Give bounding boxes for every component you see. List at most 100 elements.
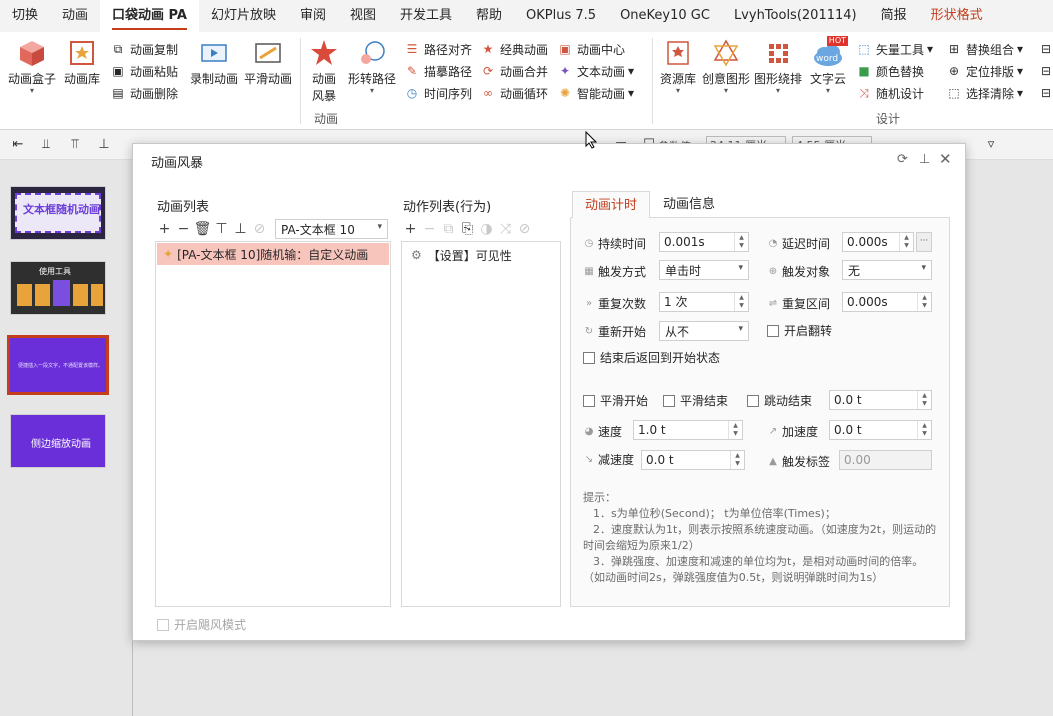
trash-icon[interactable]: 🗑 [193,221,212,237]
bounce-end-checkbox[interactable]: 跳动结束 [747,392,812,409]
tab-slideshow[interactable]: 幻灯片放映 [199,0,288,32]
anim-copy-button[interactable]: ⧉ 动画复制 [110,38,178,60]
link-icon[interactable]: ⊘ [250,221,269,237]
overflow-icon-1[interactable]: ⊟ [1038,38,1053,60]
text-anim-button[interactable]: ✦ 文本动画 ▾ [557,60,634,82]
spinner-icon[interactable]: ▲ ▼ [917,421,931,439]
copy-icon[interactable]: ⧉ [439,221,458,237]
shuffle-icon[interactable]: ⤨ [496,221,515,237]
tab-review[interactable]: 审阅 [288,0,338,32]
tab-view[interactable]: 视图 [338,0,388,32]
tab-okplus[interactable]: OKPlus 7.5 [514,0,608,32]
spinner-icon[interactable]: ▲ ▼ [734,233,748,251]
creative-shape-button[interactable]: 创意图形 ▾ [702,38,750,95]
record-anim-button[interactable]: 录制动画 [190,38,238,87]
slide-thumb-1[interactable]: 文本框随机动画 [10,186,106,240]
restart-select[interactable]: 从不 ▾ [659,321,749,341]
link-icon[interactable]: ⊘ [515,221,534,237]
overflow-icon-3[interactable]: ⊟ [1038,82,1053,104]
anim-box-button[interactable]: 动画盒子 ▾ [8,38,56,95]
flip-checkbox[interactable]: 开启翻转 [767,322,832,339]
spinner-icon[interactable]: ▲ ▼ [917,391,931,409]
anim-target-combo[interactable]: PA-文本框 10 ▾ [275,219,388,239]
select-clear-button[interactable]: ⬚ 选择清除 ▾ [946,82,1023,104]
spinner-icon[interactable]: ▲ ▼ [730,451,744,469]
spinner-icon[interactable]: ▲ ▼ [917,293,931,311]
delay-input[interactable]: 0.000s ▲ ▼ [842,232,914,252]
action-list-item[interactable]: ⚙ 【设置】可见性 [403,243,559,267]
spinner-icon[interactable]: ▲ ▼ [728,421,742,439]
storm-mode-checkbox[interactable]: 开启飓风模式 [157,616,246,633]
anim-merge-button[interactable]: ⟳ 动画合并 [480,60,548,82]
spinner-icon[interactable]: ▲ ▼ [899,233,913,251]
classic-anim-button[interactable]: ★ 经典动画 [480,38,548,60]
position-layout-button[interactable]: ⊕ 定位排版 ▾ [946,60,1023,82]
more-icon[interactable]: ··· [916,232,932,252]
smooth-anim-button[interactable]: 平滑动画 [244,38,292,87]
align-top-icon[interactable]: ⫪ [66,137,84,153]
decel-input[interactable]: 0.0 t ▲ ▼ [641,450,745,470]
slide-thumb-2[interactable]: 使用工具 [10,261,106,315]
action-list[interactable]: ⚙ 【设置】可见性 [401,241,561,607]
trigger-select[interactable]: 单击时 ▾ [659,260,749,280]
shape-path-button[interactable]: 形转路径 ▾ [348,38,396,95]
vector-tool-button[interactable]: ⬚ 矢量工具 ▾ [856,38,933,60]
repeat-input[interactable]: 1 次 ▲ ▼ [659,292,749,312]
minus-icon[interactable]: − [420,221,439,237]
add-icon[interactable]: + [155,221,174,237]
shape-wrap-button[interactable]: 图形绕排 ▾ [754,38,802,95]
paste-icon[interactable]: ⎘ [458,221,477,237]
anim-lib-button[interactable]: 动画库 [64,38,100,87]
anim-storm-button[interactable]: 动画 风暴 [308,38,340,104]
align-left-icon[interactable]: ⇤ [9,137,27,153]
spinner-icon[interactable]: ▲ ▼ [734,293,748,311]
smooth-start-checkbox[interactable]: 平滑开始 [583,392,648,409]
bounce-input[interactable]: 0.0 t ▲ ▼ [829,390,932,410]
resource-lib-button[interactable]: 资源库 ▾ [660,38,696,95]
path-align-button[interactable]: ☰ 路径对齐 [404,38,472,60]
trigger-object-select[interactable]: 无 ▾ [842,260,932,280]
return-start-checkbox[interactable]: 结束后返回到开始状态 [583,349,720,366]
anim-delete-button[interactable]: ▤ 动画删除 [110,82,178,104]
move-up-icon[interactable]: ⊤ [212,221,231,237]
accel-input[interactable]: 0.0 t ▲ ▼ [829,420,932,440]
word-cloud-button[interactable]: HOT word 文字云 ▾ [810,36,848,95]
anim-loop-button[interactable]: ∞ 动画循环 [480,82,548,104]
slide-thumb-4[interactable]: 侧边缩放动画 [10,414,106,468]
speed-input[interactable]: 1.0 t ▲ ▼ [633,420,743,440]
overflow-icon-2[interactable]: ⊟ [1038,60,1053,82]
anim-list[interactable]: ✦ [PA-文本框 10]随机输：自定义动画 [155,241,391,607]
tab-help[interactable]: 帮助 [464,0,514,32]
smooth-end-checkbox[interactable]: 平滑结束 [663,392,728,409]
tab-anim-timing[interactable]: 动画计时 [572,191,651,218]
slide-thumb-3[interactable]: 便捷插入一段文字，不通配置该模样。 [7,335,109,395]
random-design-button[interactable]: ⤨ 随机设计 [856,82,924,104]
tab-pocket-animation[interactable]: 口袋动画 PA [100,0,199,32]
duration-input[interactable]: 0.001s ▲ ▼ [659,232,749,252]
close-icon[interactable]: ✕ [939,150,952,168]
tab-brief[interactable]: 简报 [869,0,919,32]
refresh-icon[interactable]: ⟳ [897,152,908,167]
minus-icon[interactable]: − [174,221,193,237]
tab-anim-info[interactable]: 动画信息 [651,191,727,218]
split-icon[interactable]: ◑ [477,221,496,237]
tab-developer[interactable]: 开发工具 [388,0,464,32]
color-replace-button[interactable]: ■ 颜色替换 [856,60,924,82]
time-seq-button[interactable]: ◷ 时间序列 [404,82,472,104]
tab-animation[interactable]: 动画 [50,0,100,32]
pin-icon[interactable]: ⊥ [919,152,930,167]
anim-list-item[interactable]: ✦ [PA-文本框 10]随机输：自定义动画 [157,243,389,265]
replace-group-button[interactable]: ⊞ 替换组合 ▾ [946,38,1023,60]
align-bottom-icon[interactable]: ⫫ [37,137,55,153]
move-down-icon[interactable]: ⊥ [231,221,250,237]
smart-anim-button[interactable]: ✺ 智能动画 ▾ [557,82,634,104]
anim-paste-button[interactable]: ▣ 动画粘贴 [110,60,178,82]
align-center-icon[interactable]: ⊥ [95,137,113,153]
chevron-down-icon[interactable]: ▿ [982,137,1000,153]
trace-path-button[interactable]: ✎ 描摹路径 [404,60,472,82]
trigger-bookmark-input[interactable]: 0.00 [839,450,932,470]
tab-onekey[interactable]: OneKey10 GC [608,0,722,32]
add-icon[interactable]: + [401,221,420,237]
tab-lvyhtools[interactable]: LvyhTools(201114) [722,0,869,32]
anim-center-button[interactable]: ▣ 动画中心 [557,38,625,60]
